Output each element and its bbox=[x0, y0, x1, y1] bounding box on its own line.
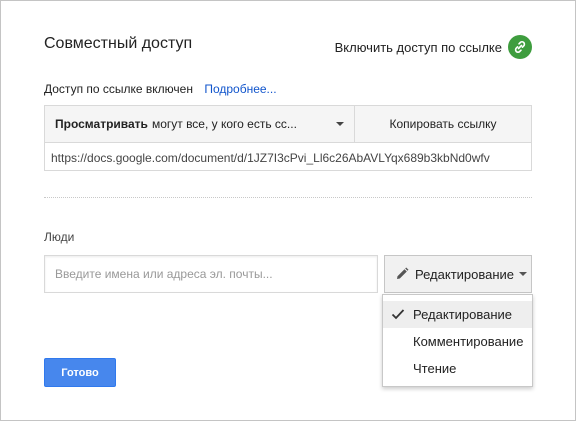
checkmark-icon bbox=[391, 309, 405, 320]
link-share-controls: Просматривать могут все, у кого есть сс.… bbox=[45, 106, 531, 143]
share-url-field[interactable]: https://docs.google.com/document/d/1JZ7I… bbox=[45, 143, 531, 172]
people-permission-value: Редактирование bbox=[415, 266, 515, 282]
link-icon[interactable] bbox=[508, 35, 532, 59]
people-section-label: Люди bbox=[44, 230, 75, 244]
copy-link-button[interactable]: Копировать ссылку bbox=[355, 106, 531, 142]
people-email-input[interactable]: Введите имена или адреса эл. почты... bbox=[44, 255, 378, 293]
enable-link-sharing-label: Включить доступ по ссылке bbox=[334, 39, 502, 55]
link-access-status: Доступ по ссылке включен Подробнее... bbox=[44, 82, 277, 96]
chevron-down-icon bbox=[519, 272, 528, 276]
menu-item-view[interactable]: Чтение bbox=[383, 355, 532, 382]
menu-item-label: Чтение bbox=[413, 361, 457, 376]
people-permission-dropdown[interactable]: Редактирование bbox=[384, 255, 532, 293]
link-permission-description: могут все, у кого есть сс... bbox=[151, 117, 297, 131]
learn-more-link[interactable]: Подробнее... bbox=[204, 82, 276, 96]
permission-menu: Редактирование Комментирование Чтение bbox=[382, 294, 533, 387]
link-permission-value: Просматривать bbox=[55, 117, 148, 131]
share-dialog: Совместный доступ Включить доступ по ссы… bbox=[0, 0, 576, 421]
menu-item-comment[interactable]: Комментирование bbox=[383, 328, 532, 355]
link-access-status-text: Доступ по ссылке включен bbox=[44, 82, 193, 96]
enable-link-sharing-button[interactable]: Включить доступ по ссылке bbox=[335, 35, 532, 59]
done-button[interactable]: Готово bbox=[44, 358, 116, 387]
section-divider bbox=[44, 197, 532, 198]
chevron-down-icon bbox=[336, 122, 344, 126]
menu-item-label: Редактирование bbox=[413, 307, 513, 322]
link-share-box: Просматривать могут все, у кого есть сс.… bbox=[44, 105, 532, 171]
menu-item-edit[interactable]: Редактирование bbox=[383, 301, 532, 328]
dialog-title: Совместный доступ bbox=[44, 35, 193, 52]
pencil-icon bbox=[397, 267, 409, 279]
menu-item-label: Комментирование bbox=[413, 334, 524, 349]
link-permission-dropdown[interactable]: Просматривать могут все, у кого есть сс.… bbox=[45, 106, 355, 142]
